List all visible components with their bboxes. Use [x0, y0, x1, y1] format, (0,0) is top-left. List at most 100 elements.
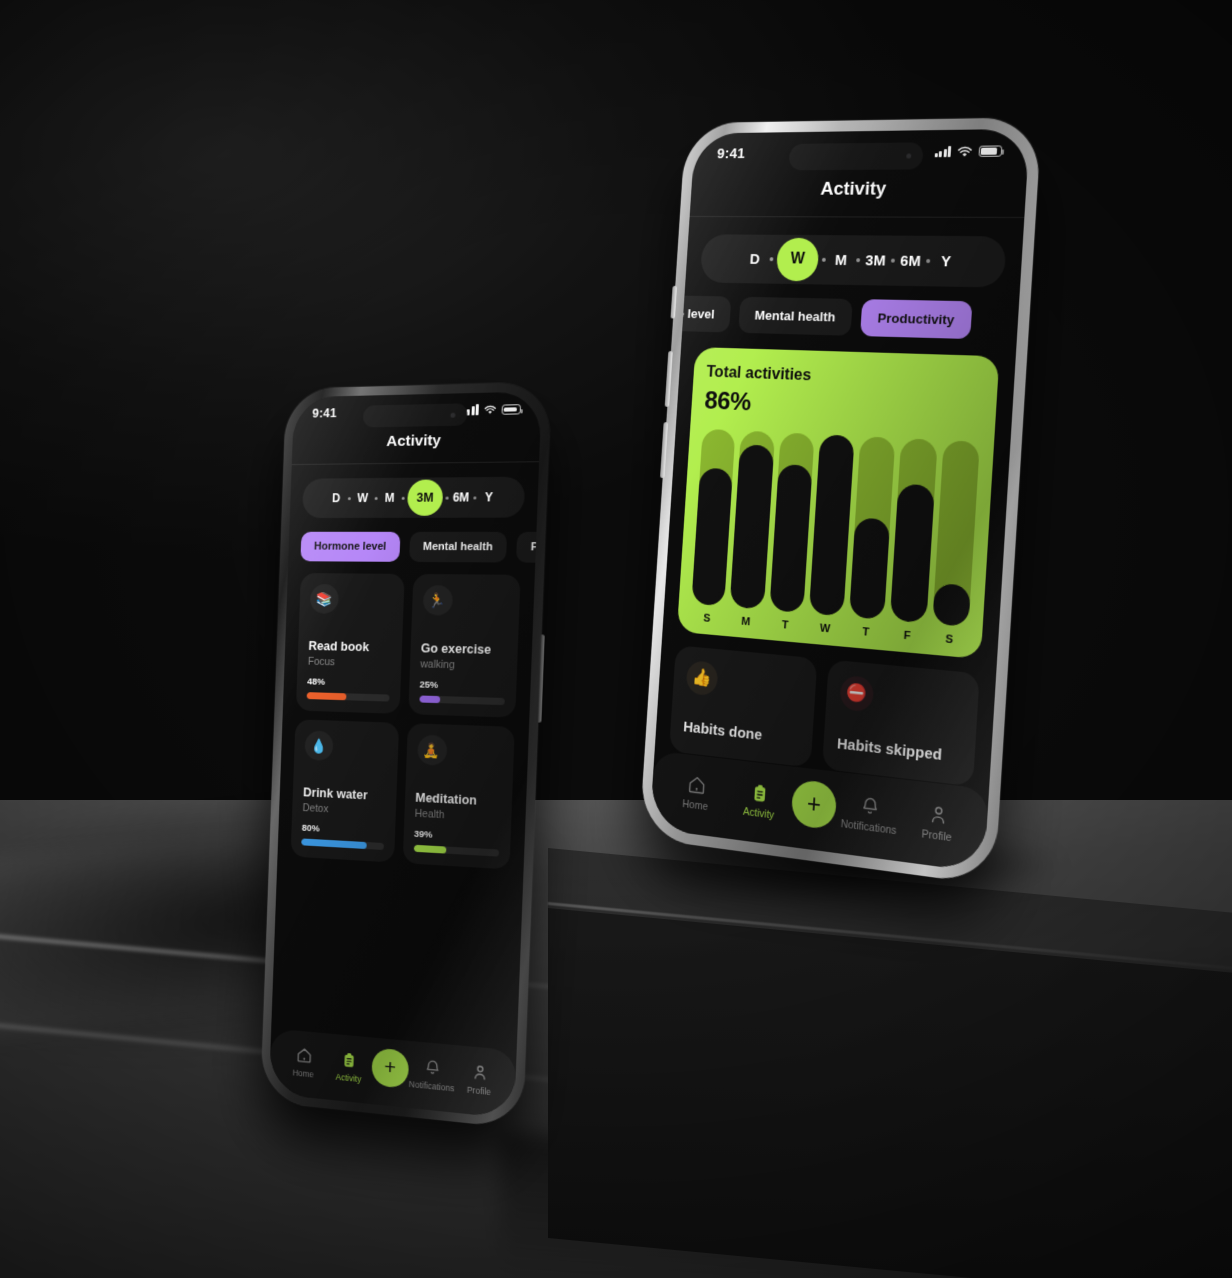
- habit-percent-label: 39%: [414, 829, 500, 845]
- total-activities-chart-card[interactable]: Total activities 86% SMTWTFS: [677, 347, 1000, 659]
- chart-value: 86%: [704, 385, 983, 427]
- nav-item-home[interactable]: Home: [664, 771, 729, 816]
- habit-category: Health: [415, 808, 501, 824]
- range-option-w[interactable]: W: [353, 491, 372, 505]
- habits-skipped-card[interactable]: ⛔ Habits skipped: [822, 659, 980, 786]
- range-separator-dot: [348, 497, 351, 500]
- chip-productivity[interactable]: Productivity: [860, 299, 972, 339]
- range-option-3m[interactable]: 3M: [863, 252, 887, 269]
- chip-productivity[interactable]: Product: [516, 532, 537, 563]
- bottom-nav-left: Home Activity + Notifications Profile: [269, 1028, 517, 1119]
- range-option-m[interactable]: M: [380, 491, 399, 505]
- front-camera-icon: [450, 412, 455, 417]
- range-option-6m[interactable]: 6M: [451, 490, 470, 504]
- wifi-icon: [956, 145, 973, 157]
- category-chips-right: one level Mental health Productivity: [682, 282, 1004, 340]
- nav-label-home: Home: [682, 798, 708, 813]
- chip-hormone-level[interactable]: one level: [682, 295, 731, 333]
- bar-fill: [809, 434, 855, 616]
- phone-left-content: D W M 3M 6M Y Hormone level Mental healt…: [269, 462, 539, 1119]
- range-option-3m[interactable]: 3M: [407, 479, 444, 515]
- phone-left-screen: 9:41 Activity D W M 3M 6M Y Hormone leve…: [269, 391, 542, 1118]
- person-icon: [926, 802, 949, 827]
- range-option-w[interactable]: W: [776, 238, 820, 282]
- habit-progress-bar: [419, 695, 505, 705]
- bar-label: S: [703, 612, 711, 624]
- habit-progress-fill: [413, 845, 446, 854]
- habits-done-card[interactable]: 👍 Habits done: [669, 645, 817, 767]
- nav-label-notifications: Notifications: [409, 1078, 455, 1093]
- nav-item-activity[interactable]: Activity: [726, 778, 793, 824]
- phone-left-frame: 9:41 Activity D W M 3M 6M Y Hormone leve…: [260, 382, 551, 1129]
- thumbs-up-icon: 👍: [686, 660, 719, 696]
- bar-column: W: [807, 434, 854, 636]
- chip-mental-health[interactable]: Mental health: [738, 297, 853, 336]
- chip-hormone-level[interactable]: Hormone level: [300, 532, 400, 562]
- category-chips-left: Hormone level Mental health Product: [300, 518, 523, 563]
- bar-fill: [932, 583, 971, 627]
- habit-cards-grid: 📚 Read book Focus 48% 🏃 Go exercise walking 25%…: [278, 561, 536, 870]
- no-entry-icon: ⛔: [839, 675, 874, 713]
- range-option-d[interactable]: D: [327, 491, 346, 505]
- weekly-activity-bar-chart: SMTWTFS: [690, 429, 980, 648]
- habit-card[interactable]: 💧 Drink water Detox 80%: [291, 719, 399, 862]
- habit-card[interactable]: 🧘 Meditation Health 39%: [402, 723, 515, 869]
- range-option-y[interactable]: Y: [934, 253, 959, 270]
- habit-name: Meditation: [415, 791, 501, 809]
- home-icon: [686, 773, 707, 797]
- bell-icon: [423, 1058, 441, 1078]
- battery-icon: [978, 145, 1002, 157]
- cellular-signal-icon: [934, 146, 951, 157]
- habit-name: Read book: [308, 639, 391, 655]
- range-separator-dot: [926, 259, 930, 263]
- nav-label-profile: Profile: [921, 828, 952, 844]
- status-indicators: [934, 145, 1002, 158]
- range-option-y[interactable]: Y: [479, 490, 499, 504]
- range-separator-dot: [822, 258, 826, 262]
- nav-item-notifications[interactable]: Notifications: [835, 791, 905, 838]
- bar-track: [809, 434, 855, 616]
- habit-card[interactable]: 📚 Read book Focus 48%: [296, 573, 404, 714]
- dynamic-island: [363, 403, 468, 427]
- nav-label-home: Home: [292, 1067, 314, 1079]
- habit-percent-label: 80%: [302, 823, 385, 838]
- range-separator-dot: [770, 257, 774, 261]
- clipboard-icon: [340, 1050, 358, 1069]
- phone-right-frame: 9:41 Activity D W M 3M 6M Y one level Me…: [639, 117, 1042, 885]
- nav-item-profile[interactable]: Profile: [902, 799, 974, 847]
- bar-label: W: [820, 622, 831, 635]
- home-icon: [295, 1046, 312, 1065]
- habits-done-label: Habits done: [683, 719, 800, 749]
- nav-item-profile[interactable]: Profile: [455, 1061, 504, 1098]
- status-bar-right: 9:41: [693, 129, 1030, 166]
- phone-left-device: 9:41 Activity D W M 3M 6M Y Hormone leve…: [260, 382, 551, 1129]
- nav-item-home[interactable]: Home: [281, 1044, 327, 1080]
- status-indicators: [462, 404, 521, 415]
- phone-right-device: 9:41 Activity D W M 3M 6M Y one level Me…: [639, 117, 1042, 885]
- range-option-6m[interactable]: 6M: [898, 252, 923, 269]
- nav-item-notifications[interactable]: Notifications: [408, 1056, 456, 1093]
- habit-name: Go exercise: [421, 641, 507, 657]
- nav-label-activity: Activity: [336, 1071, 362, 1083]
- phone-right-content: D W M 3M 6M Y one level Mental health Pr…: [650, 217, 1025, 873]
- nav-label-activity: Activity: [743, 806, 775, 822]
- range-pill-right: D W M 3M 6M Y: [700, 234, 1007, 287]
- chip-mental-health[interactable]: Mental health: [409, 532, 507, 563]
- nav-item-activity[interactable]: Activity: [326, 1049, 373, 1085]
- mute-switch-right[interactable]: [670, 286, 677, 319]
- habit-category: Focus: [308, 656, 391, 670]
- range-option-m[interactable]: M: [829, 251, 853, 268]
- habit-card[interactable]: 🏃 Go exercise walking 25%: [408, 574, 521, 718]
- nav-label-notifications: Notifications: [840, 818, 897, 837]
- bar-fill: [730, 445, 774, 610]
- bar-track: [890, 438, 937, 623]
- status-time: 9:41: [717, 145, 746, 162]
- add-habit-fab[interactable]: +: [371, 1047, 409, 1088]
- add-habit-fab[interactable]: +: [791, 779, 838, 831]
- range-option-d[interactable]: D: [743, 251, 766, 268]
- water-drop-icon: 💧: [304, 730, 333, 761]
- habit-percent-label: 48%: [307, 676, 390, 689]
- habit-progress-fill: [301, 838, 367, 849]
- nav-label-profile: Profile: [467, 1084, 491, 1096]
- front-camera-icon: [906, 153, 911, 158]
